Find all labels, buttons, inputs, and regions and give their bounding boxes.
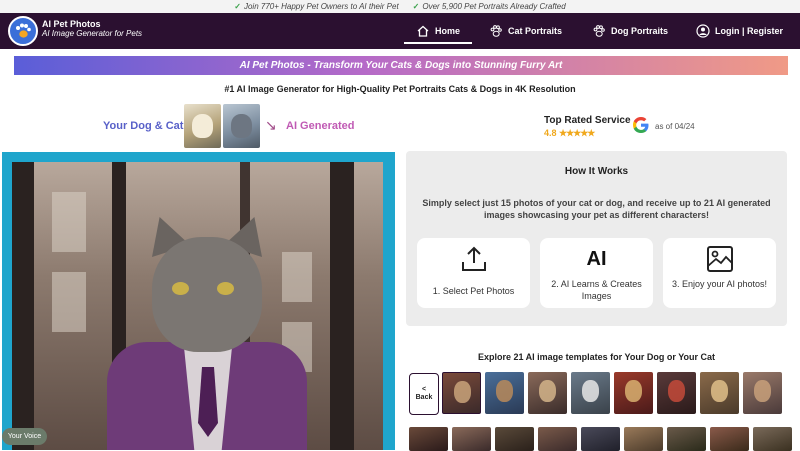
check-icon: ✓ bbox=[412, 2, 420, 11]
step-card-ai: AI 2. AI Learns & Creates Images bbox=[540, 238, 653, 308]
template-thumbnail[interactable] bbox=[409, 427, 448, 451]
ai-text-icon: AI bbox=[586, 247, 607, 270]
subheading: #1 AI Image Generator for High-Quality P… bbox=[224, 84, 576, 94]
how-title: How It Works bbox=[564, 166, 629, 177]
rating-date: as of 04/24 bbox=[655, 122, 695, 131]
step-label: 2. AI Learns & Creates Images bbox=[551, 279, 642, 301]
how-description: Simply select just 15 photos of your cat… bbox=[422, 198, 771, 221]
nav-cat-portraits[interactable]: Cat Portraits bbox=[489, 13, 562, 49]
rating-title: Top Rated Service bbox=[544, 115, 631, 126]
nav-login-label: Login | Register bbox=[715, 26, 784, 36]
brand-title: AI Pet Photos bbox=[42, 19, 101, 29]
template-thumbnail[interactable] bbox=[495, 427, 534, 451]
templates-heading: Explore 21 AI image templates for Your D… bbox=[477, 352, 716, 362]
template-thumbnail[interactable] bbox=[753, 427, 792, 451]
template-thumbnail[interactable]: 5 bbox=[614, 372, 653, 414]
compare-right-label: AI Generated bbox=[286, 120, 355, 132]
nav-home[interactable]: Home bbox=[404, 13, 473, 49]
home-icon bbox=[417, 25, 429, 37]
template-thumbnail[interactable] bbox=[452, 427, 491, 451]
paw-logo-icon[interactable] bbox=[8, 16, 38, 46]
step-label: 1. Select Pet Photos bbox=[432, 286, 515, 296]
your-voice-button[interactable]: Your Voice bbox=[2, 428, 47, 445]
template-thumbnail[interactable]: 8 bbox=[743, 372, 782, 414]
template-thumbnail[interactable] bbox=[710, 427, 749, 451]
upload-icon bbox=[417, 244, 530, 274]
nav-login-register[interactable]: Login | Register bbox=[696, 13, 783, 49]
template-thumbnail[interactable] bbox=[538, 427, 577, 451]
user-icon bbox=[696, 24, 710, 38]
template-thumbnail[interactable]: 3 bbox=[528, 372, 567, 414]
check-icon: ✓ bbox=[234, 2, 241, 11]
before-after-compare: Your Dog & Cat ↘ AI Generated bbox=[103, 104, 363, 148]
step-card-select: 1. Select Pet Photos bbox=[417, 238, 530, 308]
template-thumbnail[interactable]: 2 bbox=[485, 372, 524, 414]
active-underline bbox=[404, 42, 473, 44]
dog-paw-icon bbox=[593, 25, 605, 37]
template-thumbnail[interactable]: 1 bbox=[442, 372, 481, 414]
nav-home-label: Home bbox=[435, 26, 461, 36]
top-navigation: AI Pet Photos AI Image Generator for Pet… bbox=[0, 13, 800, 49]
compare-left-label: Your Dog & Cat bbox=[103, 120, 184, 132]
announcement-bar: ✓ Join 770+ Happy Pet Owners to AI their … bbox=[0, 0, 800, 13]
step-label: 3. Enjoy your AI photos! bbox=[671, 279, 768, 289]
nav-cat-label: Cat Portraits bbox=[508, 26, 563, 36]
brand-subtitle: AI Image Generator for Pets bbox=[42, 29, 143, 38]
cat-thumbnail bbox=[223, 104, 260, 148]
nav-dog-label: Dog Portraits bbox=[611, 26, 669, 36]
stars-icon: ★★★★★ bbox=[559, 128, 595, 138]
rating-block: Top Rated Service 4.8 ★★★★★ bbox=[544, 115, 631, 139]
image-icon bbox=[663, 244, 776, 274]
template-thumbnail[interactable]: 7 bbox=[700, 372, 739, 414]
hero-image-frame bbox=[2, 152, 395, 450]
template-thumbnail[interactable]: 6 bbox=[657, 372, 696, 414]
announcement-item: ✓ Over 5,900 Pet Portraits Already Crafte… bbox=[412, 2, 566, 11]
announcement-item: ✓ Join 770+ Happy Pet Owners to AI their … bbox=[234, 2, 399, 11]
dog-thumbnail bbox=[184, 104, 221, 148]
template-thumbnail[interactable]: 4 bbox=[571, 372, 610, 414]
back-button[interactable]: < Back bbox=[409, 373, 439, 415]
template-carousel: < Back 1 2 3 4 5 6 7 8 bbox=[409, 372, 792, 451]
rating-score: 4.8 bbox=[544, 128, 557, 138]
brand[interactable]: AI Pet Photos AI Image Generator for Pet… bbox=[42, 19, 142, 38]
template-thumbnail[interactable] bbox=[581, 427, 620, 451]
google-icon bbox=[633, 117, 649, 133]
paw-icon bbox=[490, 25, 502, 37]
rating-score-row: 4.8 ★★★★★ bbox=[544, 128, 631, 139]
template-thumbnail[interactable] bbox=[667, 427, 706, 451]
step-card-enjoy: 3. Enjoy your AI photos! bbox=[663, 238, 776, 308]
nav-dog-portraits[interactable]: Dog Portraits bbox=[592, 13, 668, 49]
how-it-works-panel: How It Works Simply select just 15 photo… bbox=[406, 151, 787, 326]
hero-banner: AI Pet Photos - Transform Your Cats & Do… bbox=[14, 56, 788, 75]
template-thumbnail[interactable] bbox=[624, 427, 663, 451]
curved-arrow-icon: ↘ bbox=[265, 117, 277, 133]
cat-in-suit-image bbox=[12, 162, 383, 450]
